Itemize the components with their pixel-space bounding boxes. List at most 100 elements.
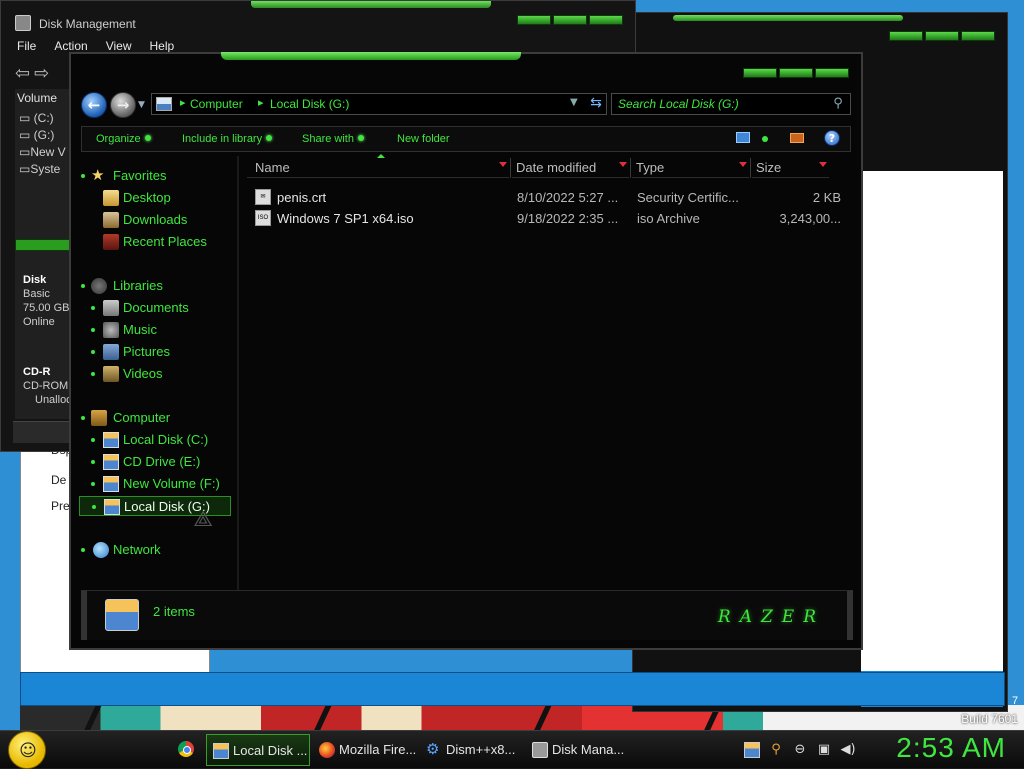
menu-file[interactable]: File (17, 39, 36, 53)
clock[interactable]: 2:53 AM (896, 732, 1006, 764)
search-icon[interactable]: ⚲ (830, 96, 846, 112)
expand-dot-icon[interactable] (91, 482, 95, 486)
breadcrumb-computer[interactable]: Computer (190, 97, 243, 111)
close-button[interactable] (961, 31, 995, 41)
drive-tray-icon[interactable] (744, 742, 760, 758)
minimize-button[interactable] (889, 31, 923, 41)
history-dropdown-icon[interactable]: ▼ (138, 100, 145, 110)
expand-dot-icon[interactable] (91, 372, 95, 376)
maximize-button[interactable] (779, 68, 813, 78)
network-tray-icon[interactable]: ▣ (816, 742, 832, 758)
preview-pane-icon[interactable] (790, 133, 804, 143)
minimize-button[interactable] (743, 68, 777, 78)
nav-libraries[interactable]: Libraries (79, 276, 231, 296)
column-header-type[interactable]: Type (632, 158, 749, 178)
breadcrumb-separator-icon[interactable]: ▸ (258, 96, 264, 109)
file-row[interactable]: ✉ penis.crt 8/10/2022 5:27 ... Security … (253, 188, 853, 208)
search-box[interactable]: ⚲ (611, 93, 851, 115)
column-separator[interactable] (750, 158, 751, 178)
expand-dot-icon[interactable] (91, 328, 95, 332)
column-header-name[interactable]: Name (247, 158, 509, 178)
nav-recent-places[interactable]: Recent Places (79, 232, 231, 252)
expand-dot-icon[interactable] (81, 284, 85, 288)
breadcrumb-local-disk-g[interactable]: Local Disk (G:) (270, 97, 349, 111)
expand-dot-icon[interactable] (81, 174, 85, 178)
menu-help[interactable]: Help (150, 39, 175, 53)
search-input[interactable] (618, 96, 824, 112)
file-date: 8/10/2022 5:27 ... (517, 190, 619, 205)
back-arrow-icon[interactable]: ⇦ (15, 63, 34, 84)
taskbar-button-disk-management[interactable]: Disk Mana... (526, 734, 630, 766)
start-button[interactable]: ☺ (8, 731, 46, 769)
cdrom-info[interactable]: CD-R CD-ROM Unalloc (23, 365, 72, 407)
column-header-date-modified[interactable]: Date modified (512, 158, 629, 178)
minimize-button[interactable] (517, 15, 551, 25)
drive-icon: ▭ (19, 111, 34, 125)
volume-item[interactable]: ▭ (C:) (19, 111, 54, 125)
nav-local-disk-c[interactable]: Local Disk (C:) (79, 430, 231, 450)
background-document-footer (20, 672, 1005, 706)
nav-music[interactable]: Music (79, 320, 231, 340)
view-options-dot-icon[interactable] (762, 136, 768, 142)
column-dropdown-icon[interactable] (619, 162, 627, 167)
nav-cd-drive-e[interactable]: CD Drive (E:) (79, 452, 231, 472)
nav-videos[interactable]: Videos (79, 364, 231, 384)
change-view-icon[interactable] (736, 132, 750, 143)
refresh-icon[interactable]: ⇆ (587, 94, 605, 112)
back-button[interactable]: ← (81, 92, 107, 118)
column-dropdown-icon[interactable] (499, 162, 507, 167)
column-header-size[interactable]: Size (752, 158, 829, 178)
breadcrumb-separator-icon[interactable]: ▸ (180, 96, 186, 109)
expand-dot-icon[interactable] (91, 460, 95, 464)
pane-splitter[interactable] (237, 156, 239, 590)
volume-item[interactable]: ▭Syste (19, 162, 60, 176)
nav-downloads[interactable]: Downloads (79, 210, 231, 230)
nav-computer[interactable]: Computer (79, 408, 231, 428)
expand-dot-icon[interactable] (91, 350, 95, 354)
forward-arrow-icon[interactable]: ⇨ (34, 63, 53, 84)
maximize-button[interactable] (925, 31, 959, 41)
expand-dot-icon[interactable] (92, 505, 96, 509)
forward-button[interactable]: → (110, 92, 136, 118)
expand-dot-icon[interactable] (91, 438, 95, 442)
nav-favorites[interactable]: ★ Favorites (79, 166, 231, 186)
disk-0-info[interactable]: Disk Basic 75.00 GB Online (23, 273, 69, 329)
share-with-button[interactable]: Share with (302, 133, 364, 145)
search-icon[interactable]: ⚲ (768, 742, 784, 758)
organize-button[interactable]: Organize (96, 133, 151, 145)
expand-dot-icon[interactable] (81, 416, 85, 420)
nav-network[interactable]: Network (79, 540, 231, 560)
menu-action[interactable]: Action (54, 39, 87, 53)
minus-circle-icon[interactable]: ⊖ (792, 742, 808, 758)
volume-item[interactable]: ▭New V (19, 145, 66, 159)
help-icon[interactable]: ? (824, 130, 840, 146)
new-folder-button[interactable]: New folder (397, 133, 450, 145)
chrome-icon[interactable] (178, 741, 194, 757)
nav-desktop[interactable]: Desktop (79, 188, 231, 208)
address-bar[interactable]: ▸ Computer ▸ Local Disk (G:) ▼ (151, 93, 607, 115)
column-separator[interactable] (510, 158, 511, 178)
volume-item[interactable]: ▭ (G:) (19, 128, 54, 142)
scrollbar[interactable] (15, 239, 71, 251)
column-dropdown-icon[interactable] (739, 162, 747, 167)
file-row[interactable]: ISO Windows 7 SP1 x64.iso 9/18/2022 2:35… (253, 209, 853, 229)
nav-new-volume-f[interactable]: New Volume (F:) (79, 474, 231, 494)
explorer-window[interactable]: ← → ▼ ▸ Computer ▸ Local Disk (G:) ▼ ⇆ ⚲… (69, 52, 863, 650)
column-separator[interactable] (630, 158, 631, 178)
nav-documents[interactable]: Documents (79, 298, 231, 318)
taskbar-button-explorer[interactable]: Local Disk ... (206, 734, 310, 766)
volume-icon[interactable]: ◀) (840, 742, 856, 758)
expand-dot-icon[interactable] (91, 306, 95, 310)
taskbar-button-firefox[interactable]: Mozilla Fire... (313, 734, 417, 766)
expand-dot-icon[interactable] (81, 548, 85, 552)
chevron-down-icon[interactable]: ▼ (570, 97, 578, 108)
menu-view[interactable]: View (106, 39, 132, 53)
taskbar-button-dism[interactable]: ⚙ Dism++x8... (420, 734, 524, 766)
column-header-volume[interactable]: Volume (17, 91, 57, 105)
include-in-library-button[interactable]: Include in library (182, 133, 273, 145)
maximize-button[interactable] (553, 15, 587, 25)
close-button[interactable] (589, 15, 623, 25)
close-button[interactable] (815, 68, 849, 78)
nav-pictures[interactable]: Pictures (79, 342, 231, 362)
column-dropdown-icon[interactable] (819, 162, 827, 167)
